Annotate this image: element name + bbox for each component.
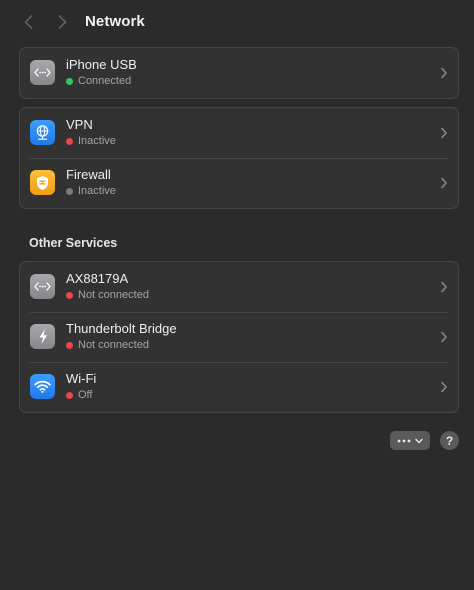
service-row-iphone-usb[interactable]: iPhone USB Connected bbox=[20, 48, 458, 98]
service-status: Connected bbox=[66, 75, 131, 87]
service-row-vpn[interactable]: VPN Inactive bbox=[20, 108, 458, 158]
service-status-text: Not connected bbox=[78, 339, 149, 351]
service-row-wifi[interactable]: Wi-Fi Off bbox=[20, 362, 458, 412]
service-status-text: Connected bbox=[78, 75, 132, 87]
service-name: Wi-Fi bbox=[66, 371, 97, 386]
chevron-left-icon bbox=[24, 15, 32, 29]
ellipsis-icon bbox=[397, 439, 411, 442]
chevron-right-icon bbox=[441, 331, 447, 343]
ethernet-icon bbox=[30, 60, 55, 85]
ethernet-icon bbox=[30, 274, 55, 299]
service-name: Firewall bbox=[66, 167, 111, 182]
chevron-right-icon bbox=[441, 381, 447, 393]
service-row-ax88179a[interactable]: AX88179A Not connected bbox=[20, 262, 458, 312]
service-name: VPN bbox=[66, 117, 93, 132]
help-button[interactable]: ? bbox=[440, 431, 459, 450]
services-group-other: AX88179A Not connected Thunderbolt Bridg… bbox=[19, 261, 459, 413]
section-title-other-services: Other Services bbox=[29, 236, 118, 250]
service-row-firewall[interactable]: Firewall Inactive bbox=[20, 158, 458, 208]
status-dot-red bbox=[66, 137, 73, 145]
chevron-right-icon bbox=[441, 67, 447, 79]
chevron-right-icon bbox=[441, 281, 447, 293]
chevron-right-icon bbox=[441, 177, 447, 189]
service-status: Not connected bbox=[66, 339, 149, 351]
chevron-right-icon bbox=[58, 15, 66, 29]
chevron-right-icon bbox=[441, 127, 447, 139]
status-dot-grey bbox=[66, 187, 73, 195]
vpn-globe-icon bbox=[30, 120, 55, 145]
service-row-thunderbolt-bridge[interactable]: Thunderbolt Bridge Not connected bbox=[20, 312, 458, 362]
services-group-security: VPN Inactive Firewall Inactive bbox=[19, 107, 459, 209]
service-status: Not connected bbox=[66, 289, 149, 301]
status-dot-red bbox=[66, 341, 73, 349]
service-name: iPhone USB bbox=[66, 57, 137, 72]
service-name: AX88179A bbox=[66, 271, 129, 286]
service-status: Off bbox=[66, 389, 92, 401]
chevron-down-icon bbox=[415, 438, 423, 443]
services-group-primary: iPhone USB Connected bbox=[19, 47, 459, 99]
forward-button[interactable] bbox=[52, 12, 72, 32]
service-status-text: Inactive bbox=[78, 185, 116, 197]
back-button[interactable] bbox=[18, 12, 38, 32]
toolbar: Network bbox=[0, 0, 474, 44]
service-name: Thunderbolt Bridge bbox=[66, 321, 177, 336]
service-status-text: Inactive bbox=[78, 135, 116, 147]
more-actions-button[interactable] bbox=[390, 431, 430, 450]
service-status-text: Not connected bbox=[78, 289, 149, 301]
status-dot-red bbox=[66, 391, 73, 399]
thunderbolt-icon bbox=[30, 324, 55, 349]
firewall-shield-icon bbox=[30, 170, 55, 195]
service-status: Inactive bbox=[66, 185, 116, 197]
status-dot-green bbox=[66, 77, 73, 85]
network-settings-window: Network iPhone USB Connected VPN Inactiv… bbox=[0, 0, 474, 590]
service-status-text: Off bbox=[78, 389, 93, 401]
status-dot-red bbox=[66, 291, 73, 299]
page-title: Network bbox=[85, 13, 145, 30]
wifi-icon bbox=[30, 374, 55, 399]
service-status: Inactive bbox=[66, 135, 116, 147]
